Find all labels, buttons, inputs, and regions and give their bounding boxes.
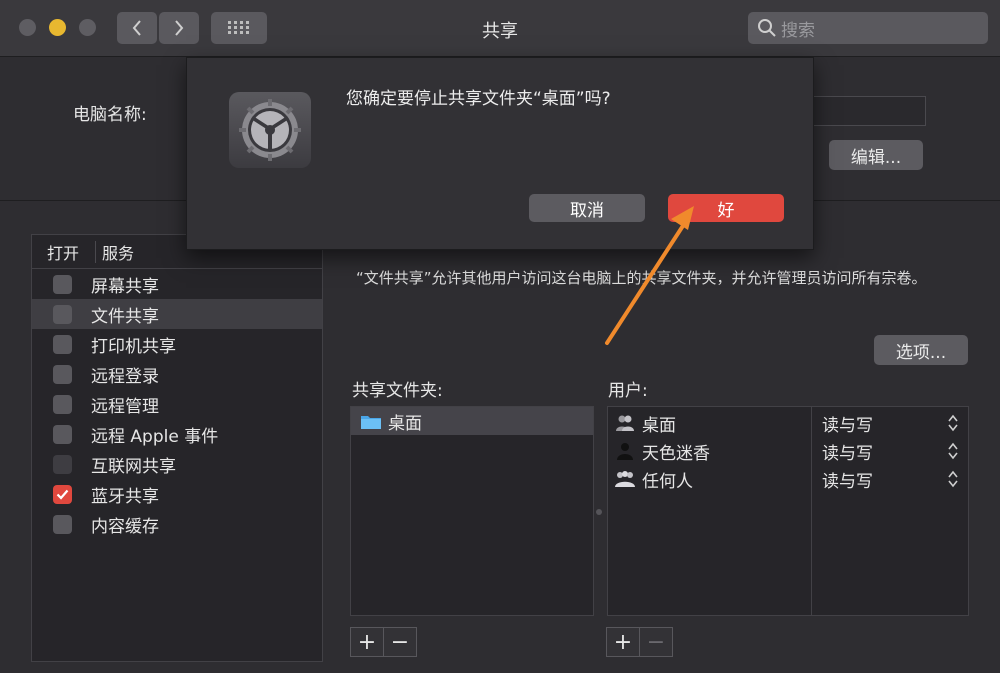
annotation-arrow xyxy=(605,206,694,345)
